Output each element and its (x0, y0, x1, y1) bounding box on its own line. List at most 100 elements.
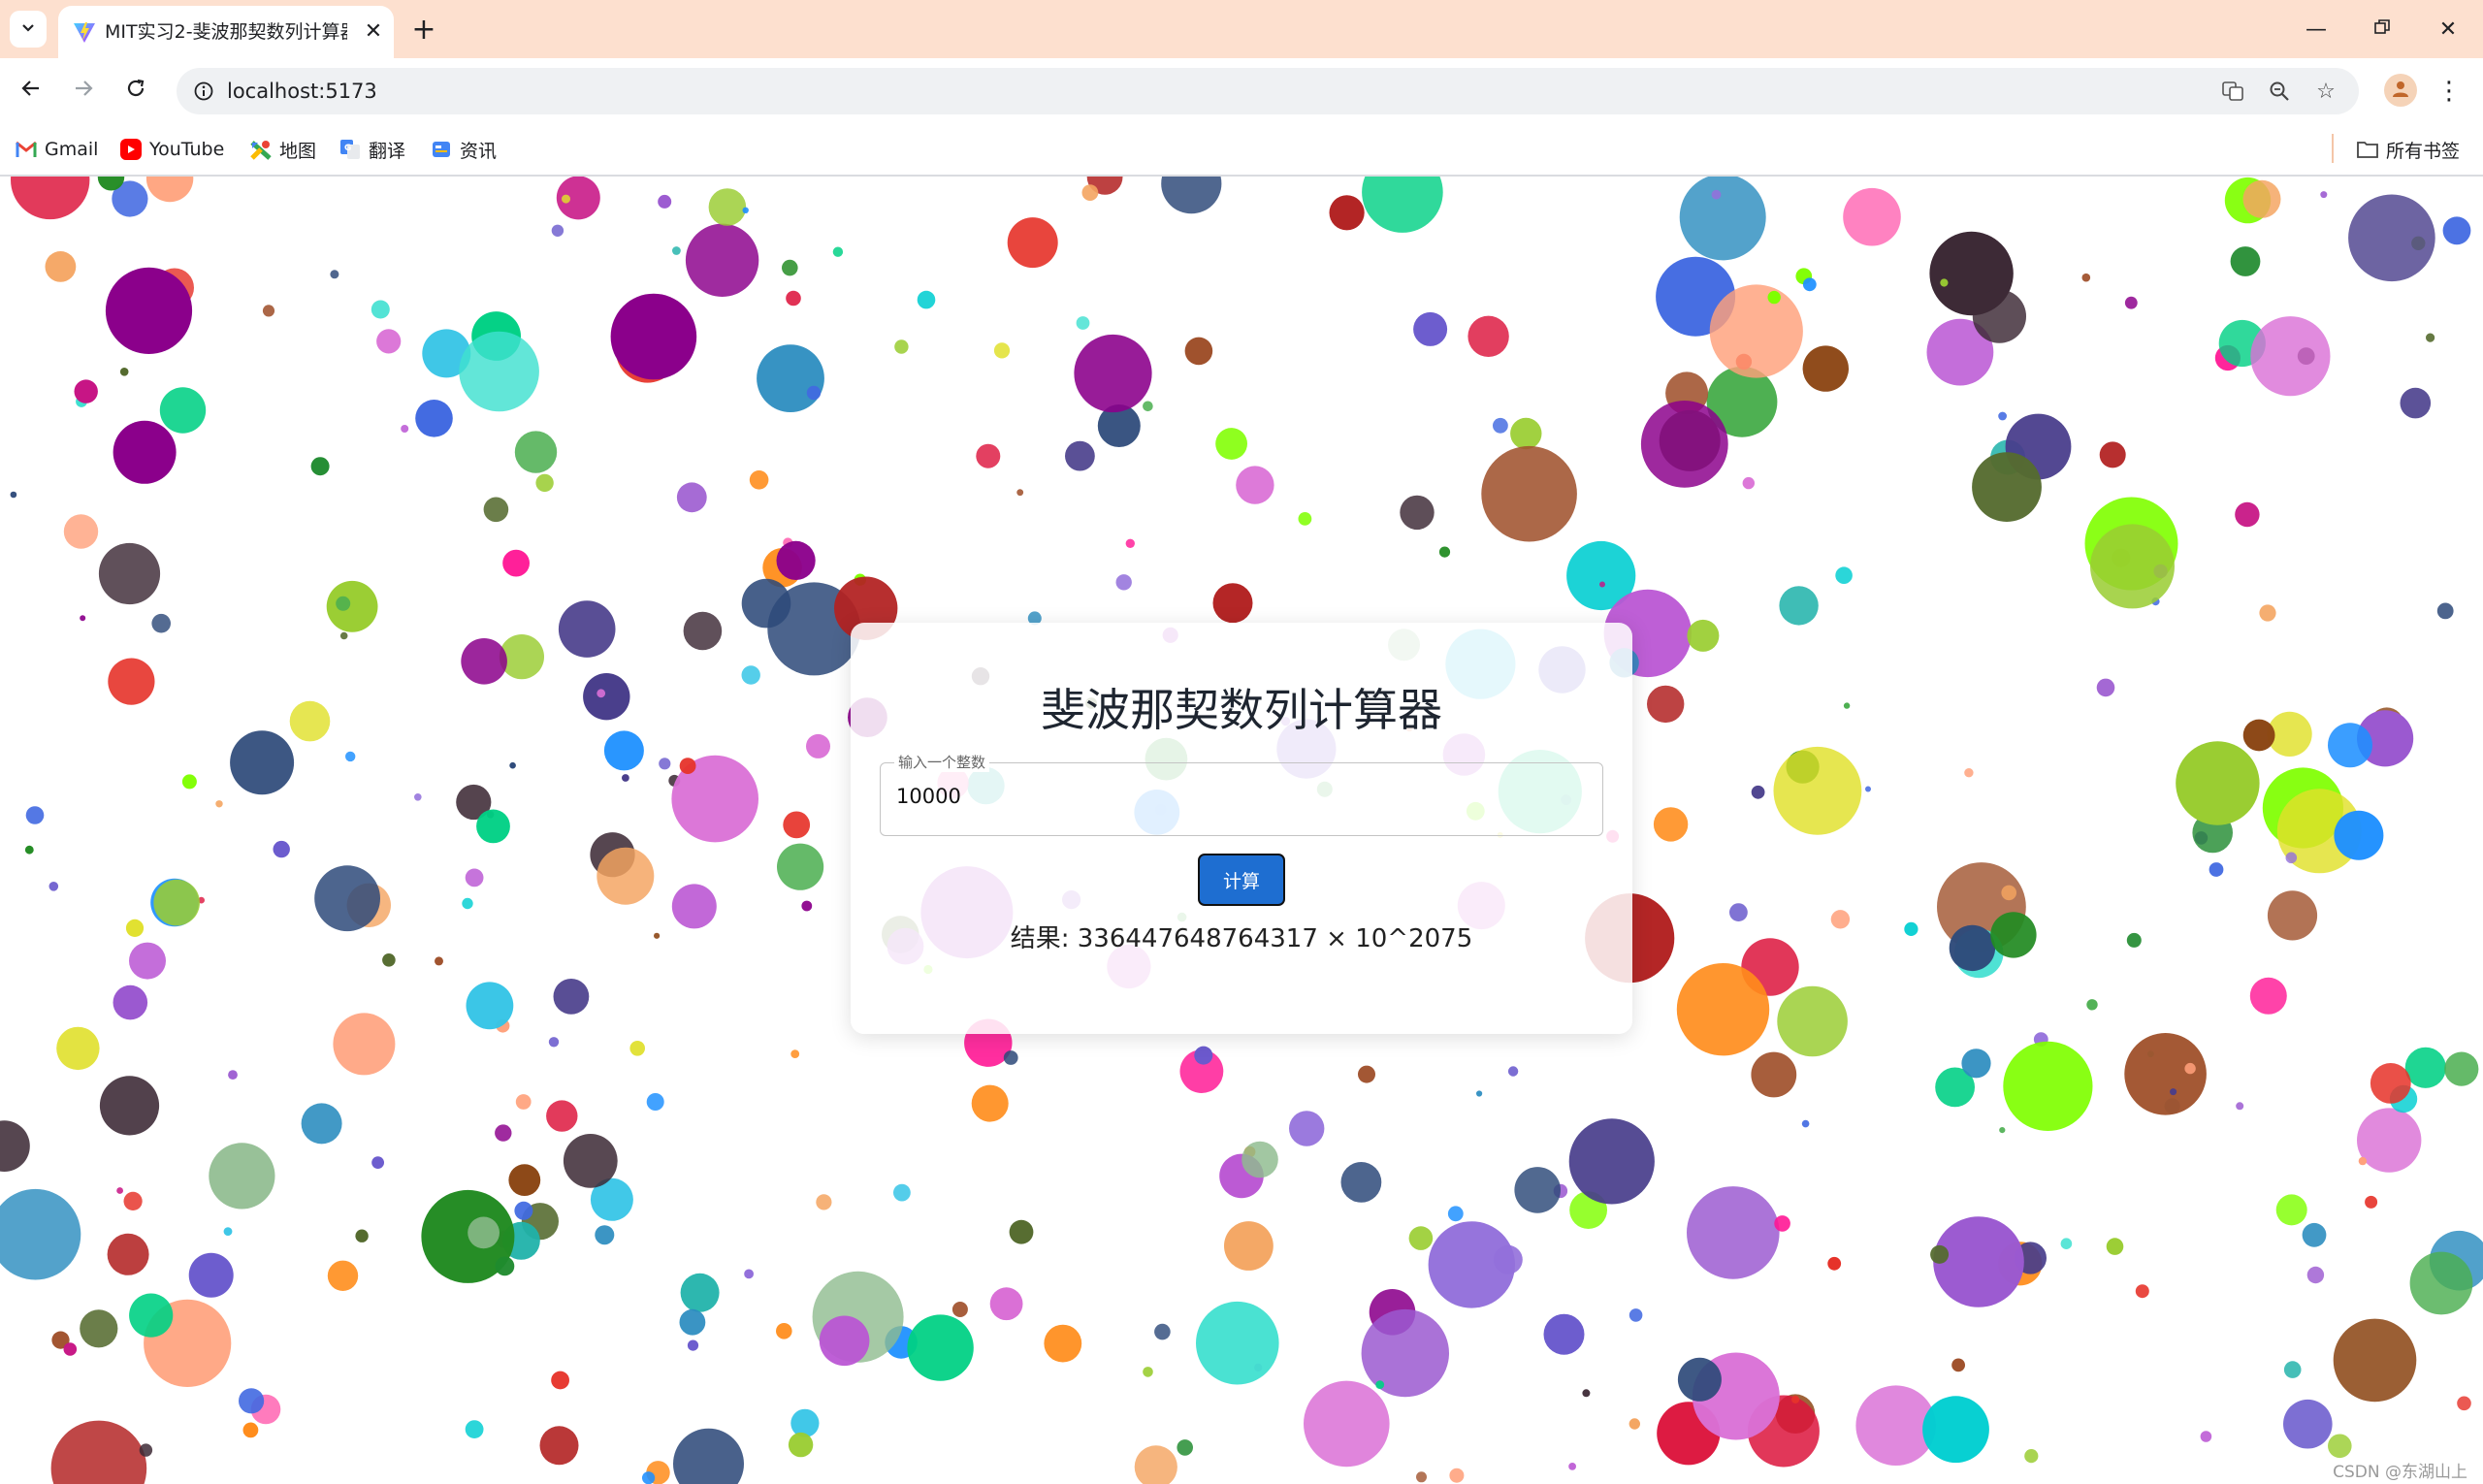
bubble (776, 540, 816, 580)
bubble (371, 1156, 384, 1169)
bubble (2236, 1102, 2244, 1111)
all-bookmarks-button[interactable]: 所有书签 (2357, 136, 2460, 163)
bubble (907, 1314, 974, 1381)
bookmark-label: 翻译 (369, 140, 406, 162)
browser-menu-button[interactable]: ⋮ (2435, 72, 2464, 111)
bubble (683, 611, 723, 651)
result-text: 结果: 336447648764317 × 10^2075 (1010, 924, 1473, 953)
bubble (1009, 1219, 1034, 1244)
restore-icon (2373, 17, 2391, 42)
bubble (1375, 1380, 1385, 1389)
bubble (1779, 586, 1819, 626)
vite-logo-icon (72, 19, 97, 45)
bubble (514, 1201, 533, 1220)
bubble (654, 932, 661, 939)
bubble (333, 1013, 396, 1076)
bubble (151, 613, 171, 633)
site-info-icon[interactable] (188, 76, 219, 107)
bookmark-gmail[interactable]: Gmail (16, 136, 98, 163)
bookmark-youtube[interactable]: YouTube (120, 136, 224, 163)
reload-button[interactable] (116, 72, 155, 111)
bubble (1843, 702, 1851, 709)
new-tab-button[interactable]: + (407, 13, 440, 47)
bubble (2235, 501, 2260, 528)
bubble (1835, 566, 1853, 584)
number-field[interactable]: 输入一个整数 (880, 753, 1603, 836)
bubble (597, 689, 606, 698)
forward-button[interactable] (64, 72, 103, 111)
address-bar[interactable]: localhost:5173 ☆ (177, 68, 2359, 114)
bubble (1827, 1256, 1842, 1271)
bubble (1212, 583, 1253, 624)
bubble (1358, 1065, 1375, 1083)
bubble (1161, 177, 1222, 214)
minimize-button[interactable]: — (2287, 10, 2345, 48)
calculate-button[interactable]: 计算 (1198, 854, 1285, 906)
bubble (563, 1134, 618, 1188)
translate-page-icon[interactable] (2217, 76, 2248, 107)
bubble (1865, 786, 1871, 792)
bubble (50, 1420, 147, 1484)
bubble (782, 259, 798, 276)
bubble (459, 331, 539, 412)
bubble (1951, 1358, 1965, 1372)
bubble (153, 879, 200, 926)
bubble (744, 1269, 754, 1279)
bubble (757, 344, 824, 412)
all-bookmarks-label: 所有书签 (2386, 140, 2461, 162)
bubble (1774, 1215, 1790, 1232)
bubble (108, 658, 155, 705)
close-window-button[interactable]: ✕ (2419, 10, 2477, 48)
bubble (1940, 278, 1949, 287)
bubble (1413, 311, 1448, 346)
zoom-icon[interactable] (2264, 76, 2295, 107)
bubble (345, 751, 356, 762)
bubble (514, 431, 558, 473)
bubble (672, 246, 681, 255)
bubble (10, 491, 17, 499)
bubble (2400, 387, 2432, 419)
bubble (1143, 401, 1153, 412)
profile-avatar[interactable] (2384, 74, 2417, 107)
bubble (468, 1216, 500, 1249)
bubble (1438, 546, 1451, 558)
bubble (1801, 1119, 1810, 1128)
number-input[interactable] (896, 785, 1575, 808)
bookmark-maps[interactable]: 地图 (250, 136, 316, 163)
bubble (583, 673, 630, 721)
bubble (1751, 1051, 1797, 1098)
bubble (1361, 1308, 1450, 1398)
restore-button[interactable] (2353, 10, 2411, 48)
bubble (181, 774, 197, 790)
bubble (659, 758, 671, 770)
bubble (788, 1432, 814, 1458)
bubble (1677, 1357, 1722, 1402)
folder-icon (2357, 139, 2378, 160)
bubble (1904, 921, 1919, 937)
bubble (239, 1388, 265, 1414)
bubble (99, 1076, 160, 1136)
person-icon (2390, 78, 2411, 103)
bubble (1304, 1380, 1390, 1468)
bubble (1115, 574, 1132, 591)
bubble (355, 1229, 369, 1242)
star-bookmark-icon[interactable]: ☆ (2310, 76, 2341, 107)
bubble (1679, 177, 1766, 261)
tab-close-icon[interactable]: ✕ (359, 16, 388, 46)
bubble (1767, 290, 1781, 305)
url-text[interactable]: localhost:5173 (227, 79, 377, 104)
bubble (671, 884, 717, 929)
tab-active[interactable]: MIT实习2-斐波那契数列计算器 ✕ (58, 6, 394, 58)
bubble (2285, 852, 2298, 864)
bubble (495, 1256, 515, 1276)
tab-search-button[interactable] (10, 11, 47, 48)
bubble (2358, 1156, 2368, 1166)
bubble (80, 615, 86, 622)
bubble (371, 300, 390, 319)
back-button[interactable] (12, 72, 50, 111)
bookmark-translate[interactable]: G 翻译 (339, 136, 405, 163)
bubble (1044, 1324, 1082, 1363)
bubble (2334, 810, 2384, 860)
bookmark-news[interactable]: 资讯 (431, 136, 497, 163)
bubble (1653, 807, 1689, 842)
